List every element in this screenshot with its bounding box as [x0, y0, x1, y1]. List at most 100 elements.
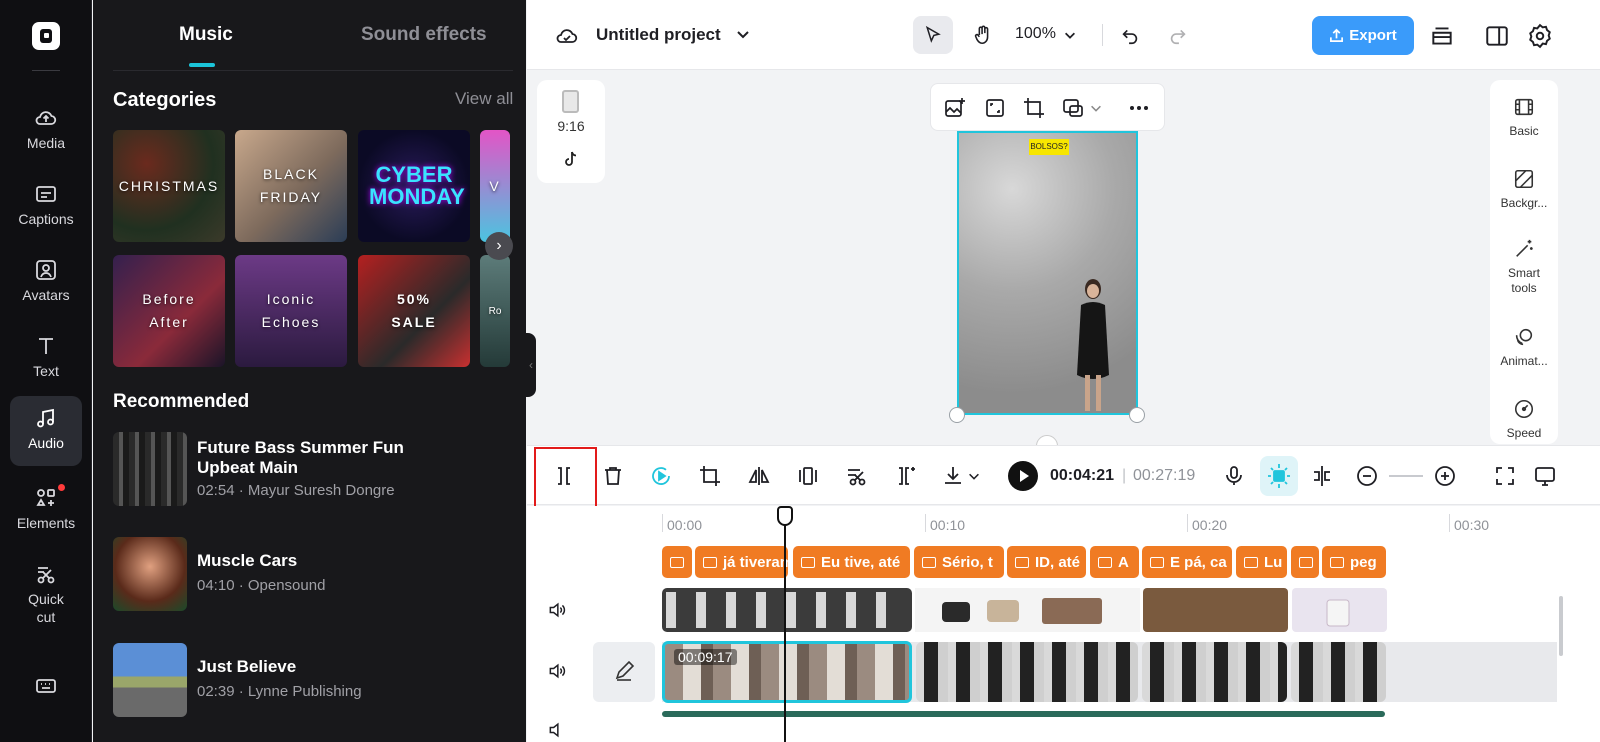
category-christmas[interactable]: CHRISTMAS — [113, 130, 225, 242]
track-item[interactable]: Future Bass Summer Fun Upbeat Main 02:54… — [113, 432, 513, 508]
overlay-video-track[interactable] — [662, 588, 1520, 632]
fullscreen-icon[interactable] — [1493, 464, 1517, 488]
rail-item-media[interactable]: Media — [10, 96, 82, 166]
prop-basic[interactable]: Basic — [1490, 96, 1558, 139]
canvas-floating-toolbar — [930, 83, 1165, 131]
caption-clip[interactable]: E pá, ca — [1142, 546, 1232, 578]
prop-background[interactable]: Backgr... — [1490, 168, 1558, 211]
view-all-link[interactable]: View all — [455, 89, 513, 109]
rail-item-text[interactable]: Text — [10, 324, 82, 394]
crop-icon[interactable] — [698, 464, 722, 488]
flip-icon[interactable] — [747, 464, 771, 488]
video-clip[interactable] — [1291, 642, 1386, 702]
zoom-in-icon[interactable] — [1433, 464, 1457, 488]
auto-play-icon[interactable] — [649, 464, 673, 488]
prop-smart-tools[interactable]: Smart tools — [1490, 238, 1558, 296]
chevron-down-icon[interactable] — [967, 464, 981, 488]
add-image-icon[interactable] — [943, 96, 967, 120]
tab-sound-effects[interactable]: Sound effects — [361, 24, 487, 46]
export-button[interactable]: Export — [1312, 16, 1414, 55]
category-cyber-monday[interactable]: CYBER MONDAY — [358, 130, 470, 242]
rail-item-avatars[interactable]: Avatars — [10, 248, 82, 318]
cloud-icon[interactable] — [555, 24, 579, 48]
track-item[interactable]: Just Believe 02:39 · Lynne Publishing — [113, 643, 513, 719]
snap-toggle[interactable] — [1260, 456, 1298, 496]
hand-tool-button[interactable] — [963, 16, 1003, 54]
timeline[interactable]: 00:00 00:10 00:20 00:30 já tiveram Eu ti… — [527, 506, 1600, 742]
rail-item-audio[interactable]: Audio — [10, 396, 82, 466]
resize-handle[interactable] — [1129, 407, 1145, 423]
playhead-handle[interactable] — [777, 506, 793, 526]
tab-music[interactable]: Music — [179, 24, 233, 46]
video-clip[interactable] — [916, 642, 1138, 702]
track-item[interactable]: Muscle Cars 04:10 · Opensound — [113, 537, 513, 613]
audio-clip[interactable] — [662, 711, 1385, 717]
video-clip[interactable] — [1142, 642, 1287, 702]
category-iconic-echoes[interactable]: Iconic Echoes — [235, 255, 347, 367]
divider — [1102, 24, 1103, 46]
layers-icon[interactable] — [1429, 23, 1455, 49]
play-button[interactable] — [1008, 461, 1038, 491]
category-black-friday[interactable]: BLACK FRIDAY — [235, 130, 347, 242]
smart-cut-icon[interactable] — [845, 464, 869, 488]
redo-icon[interactable] — [1167, 24, 1189, 46]
rail-item-captions[interactable]: Captions — [10, 172, 82, 242]
download-icon[interactable] — [941, 464, 965, 488]
trash-icon[interactable] — [601, 464, 625, 488]
zoom-out-icon[interactable] — [1355, 464, 1379, 488]
split-screen-icon[interactable] — [1310, 464, 1334, 488]
category-before-after[interactable]: Before After — [113, 255, 225, 367]
caption-clip[interactable]: já tiveram — [695, 546, 788, 578]
caption-clip[interactable] — [1291, 546, 1319, 578]
project-title[interactable]: Untitled project — [596, 25, 721, 45]
undo-icon[interactable] — [1119, 24, 1141, 46]
timeline-zoom-slider[interactable] — [1389, 475, 1423, 477]
caption-clip[interactable]: Sério, t — [914, 546, 1004, 578]
caption-panel-icon[interactable] — [1533, 464, 1557, 488]
replace-icon[interactable] — [1061, 96, 1085, 120]
prop-animation[interactable]: Animat... — [1490, 326, 1558, 369]
animation-icon — [1515, 328, 1533, 346]
caption-clip[interactable]: A — [1090, 546, 1139, 578]
zoom-level[interactable]: 100% — [1015, 25, 1056, 43]
playhead[interactable] — [777, 506, 793, 742]
gear-icon[interactable] — [1527, 23, 1553, 49]
magic-split-icon[interactable] — [894, 464, 918, 488]
rail-item-elements[interactable]: Elements — [10, 476, 82, 546]
app-logo[interactable] — [32, 22, 60, 50]
speaker-icon[interactable] — [547, 720, 567, 740]
category-partial[interactable]: Ro — [480, 255, 510, 367]
microphone-icon[interactable] — [1222, 464, 1246, 488]
rail-item-quick-cut[interactable]: Quick cut — [10, 552, 82, 632]
selected-video-clip[interactable]: 00:09:17 — [662, 641, 912, 703]
fit-frame-icon[interactable] — [983, 96, 1007, 120]
freeze-frame-icon[interactable] — [796, 464, 820, 488]
more-icon[interactable] — [1127, 96, 1151, 120]
edit-cover-button[interactable] — [593, 642, 655, 702]
split-icon[interactable] — [552, 464, 576, 488]
video-preview[interactable]: BOLSOS? — [957, 131, 1138, 415]
caption-clip[interactable]: Eu tive, até — [793, 546, 910, 578]
collapse-panel-handle[interactable]: ‹ — [526, 333, 536, 397]
layout-panel-icon[interactable] — [1484, 23, 1510, 49]
speaker-icon[interactable] — [547, 600, 567, 620]
caption-clip[interactable]: ID, até — [1007, 546, 1086, 578]
category-sale[interactable]: 50% SALE — [358, 255, 470, 367]
rail-item-keyboard[interactable] — [10, 664, 82, 734]
aspect-ratio-card[interactable]: 9:16 — [537, 80, 605, 183]
caption-clip[interactable] — [662, 546, 692, 578]
category-partial[interactable]: V — [480, 130, 510, 242]
caption-clip[interactable]: peg — [1322, 546, 1386, 578]
vertical-scrollbar[interactable] — [1559, 596, 1563, 656]
prop-speed[interactable]: Speed — [1490, 398, 1558, 441]
speaker-icon[interactable] — [547, 661, 567, 681]
crop-icon[interactable] — [1022, 96, 1046, 120]
chevron-down-icon[interactable] — [1063, 28, 1077, 42]
chevron-right-icon[interactable]: › — [485, 232, 513, 260]
caption-clip[interactable]: Lu — [1236, 546, 1287, 578]
select-tool-button[interactable] — [913, 16, 953, 54]
resize-handle[interactable] — [949, 407, 965, 423]
chevron-down-icon[interactable] — [1089, 96, 1103, 120]
sticker-text[interactable]: BOLSOS? — [1029, 139, 1069, 155]
chevron-down-icon[interactable] — [735, 26, 751, 42]
